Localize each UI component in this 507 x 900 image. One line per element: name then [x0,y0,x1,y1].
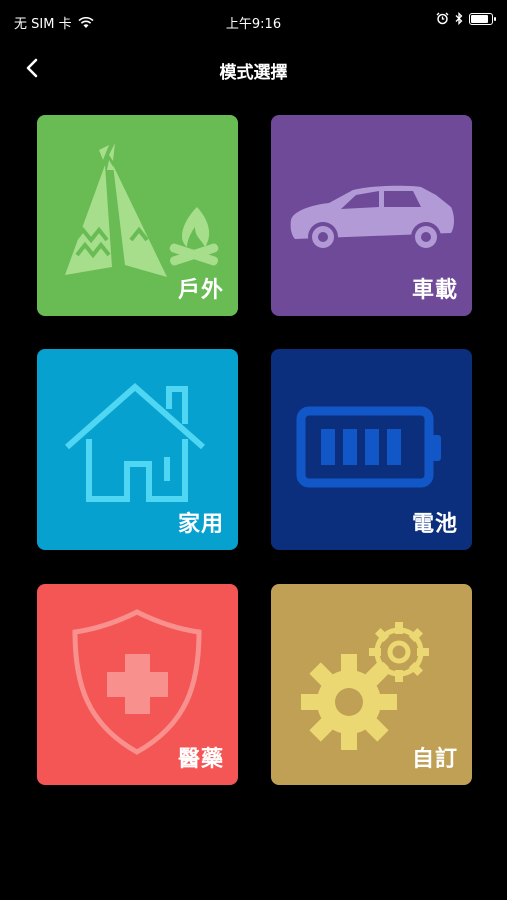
bluetooth-icon [455,12,463,25]
mode-label-battery: 電池 [411,512,458,537]
page-title: 模式選擇 [219,63,288,83]
status-time: 上午9:16 [225,17,282,32]
mode-label-outdoor: 戶外 [177,278,224,303]
mode-label-home: 家用 [177,512,224,537]
mode-tile-outdoor[interactable]: 戶外 [37,115,238,316]
mode-tile-medical[interactable]: 醫藥 [37,584,238,785]
nav-bar: 模式選擇 [0,42,507,94]
mode-label-custom: 自訂 [411,747,458,772]
mode-tile-battery[interactable]: 電池 [271,349,472,550]
mode-tile-home[interactable]: 家用 [37,349,238,550]
battery-level-fill [471,14,488,23]
status-bar: 无 SIM 卡 上午9:16 [0,0,507,42]
mode-label-medical: 醫藥 [177,747,224,772]
mode-label-car: 車載 [411,278,458,303]
mode-tile-custom[interactable]: 自訂 [271,584,472,785]
mode-tile-car[interactable]: 車載 [271,115,472,316]
alarm-icon [436,12,449,25]
status-right [436,12,496,25]
battery-indicator [469,12,496,25]
